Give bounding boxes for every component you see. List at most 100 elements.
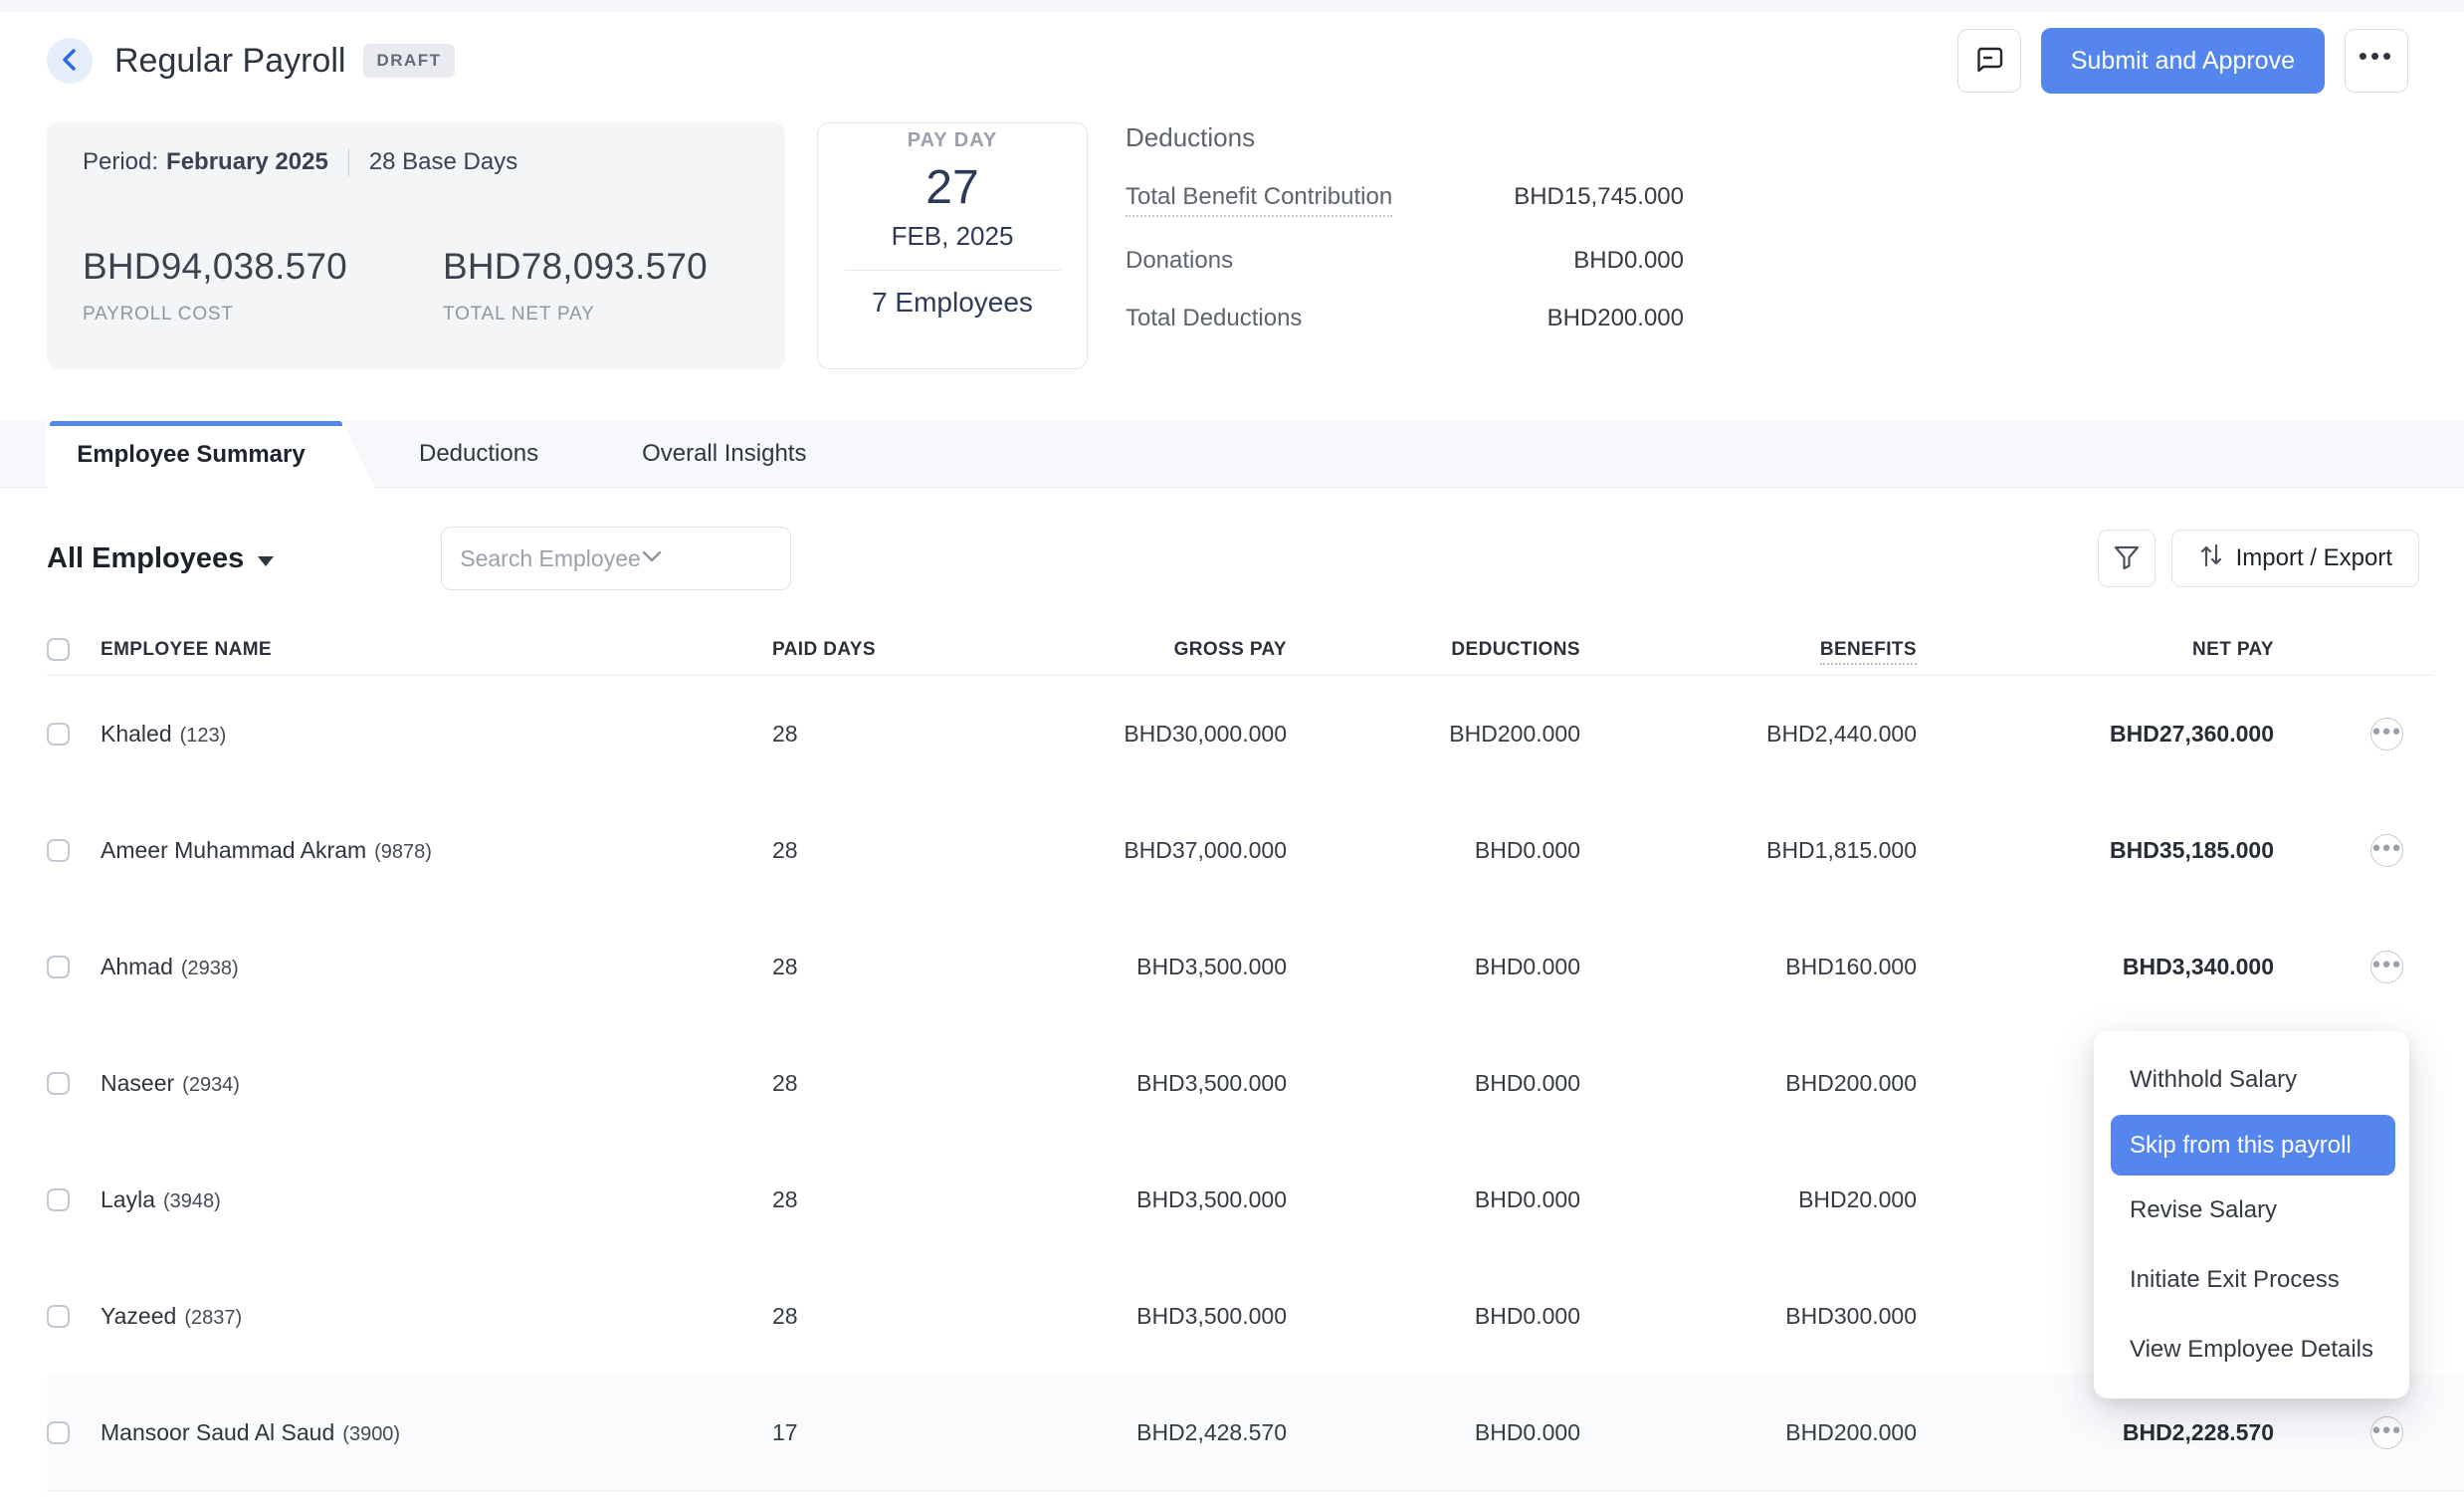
- menu-item-skip-from-payroll[interactable]: Skip from this payroll: [2111, 1115, 2395, 1176]
- submit-and-approve-button[interactable]: Submit and Approve: [2041, 28, 2325, 94]
- payroll-summary: Period: February 2025 28 Base Days BHD94…: [0, 109, 2464, 369]
- employee-name: Layla: [101, 1186, 155, 1213]
- paid-days: 28: [772, 1070, 922, 1097]
- total-deductions-label: Total Deductions: [1126, 305, 1302, 332]
- cost-card: Period: February 2025 28 Base Days BHD94…: [47, 122, 785, 369]
- employee-filter-dropdown[interactable]: All Employees: [47, 542, 274, 575]
- total-net-pay-value: BHD78,093.570: [443, 246, 714, 288]
- col-deductions: DEDUCTIONS: [1287, 639, 1580, 661]
- menu-item-view-employee-details[interactable]: View Employee Details: [2094, 1315, 2409, 1385]
- gross-pay: BHD3,500.000: [922, 1186, 1287, 1213]
- employee-name: Ahmad: [101, 954, 173, 980]
- chevron-left-icon: [60, 47, 80, 76]
- row-checkbox[interactable]: [47, 1072, 70, 1095]
- deductions: BHD0.000: [1287, 1186, 1580, 1213]
- benefits: BHD1,815.000: [1580, 837, 1917, 864]
- paid-days: 28: [772, 1303, 922, 1330]
- menu-item-initiate-exit-process[interactable]: Initiate Exit Process: [2094, 1245, 2409, 1315]
- paid-days: 28: [772, 837, 922, 864]
- deductions: BHD0.000: [1287, 1419, 1580, 1446]
- top-strip: [0, 0, 2464, 12]
- employee-name: Naseer: [101, 1070, 174, 1097]
- employee-name: Yazeed: [101, 1303, 176, 1330]
- net-pay: BHD35,185.000: [1917, 837, 2274, 864]
- benefits: BHD2,440.000: [1580, 721, 1917, 748]
- total-deductions-value: BHD200.000: [1547, 305, 1684, 332]
- row-actions-button[interactable]: ●●●: [2370, 1416, 2403, 1449]
- paid-days: 28: [772, 954, 922, 980]
- net-pay: BHD27,360.000: [1917, 721, 2274, 748]
- tab-deductions[interactable]: Deductions: [389, 421, 568, 487]
- deductions: BHD0.000: [1287, 1303, 1580, 1330]
- net-pay: BHD2,228.570: [1917, 1419, 2274, 1446]
- deductions-panel-title: Deductions: [1126, 122, 1684, 153]
- base-days: 28 Base Days: [369, 148, 517, 176]
- payroll-cost-label: PAYROLL COST: [83, 304, 353, 325]
- deductions: BHD0.000: [1287, 837, 1580, 864]
- paid-days: 17: [772, 1419, 922, 1446]
- net-pay: BHD3,340.000: [1917, 954, 2274, 980]
- menu-item-revise-salary[interactable]: Revise Salary: [2094, 1176, 2409, 1245]
- row-checkbox[interactable]: [47, 839, 70, 862]
- benefits: BHD200.000: [1580, 1419, 1917, 1446]
- col-benefits: BENEFITS: [1580, 639, 1917, 661]
- employee-id: (2934): [182, 1074, 240, 1097]
- tab-employee-summary[interactable]: Employee Summary: [47, 421, 375, 488]
- donations-label: Donations: [1126, 247, 1233, 275]
- deductions: BHD200.000: [1287, 721, 1580, 748]
- row-actions-button[interactable]: ●●●: [2370, 951, 2403, 983]
- gross-pay: BHD30,000.000: [922, 721, 1287, 748]
- tab-bar: Employee Summary Deductions Overall Insi…: [0, 421, 2464, 488]
- col-paid-days: PAID DAYS: [772, 639, 922, 661]
- funnel-icon: [2113, 543, 2141, 574]
- import-export-button[interactable]: Import / Export: [2171, 530, 2419, 587]
- payday-day: 27: [818, 160, 1087, 215]
- paid-days: 28: [772, 1186, 922, 1213]
- col-gross-pay: GROSS PAY: [922, 639, 1287, 661]
- import-export-label: Import / Export: [2236, 544, 2392, 572]
- payday-label: PAY DAY: [818, 129, 1087, 152]
- select-all-checkbox[interactable]: [47, 638, 70, 661]
- employee-filter-label: All Employees: [47, 542, 244, 575]
- caret-down-icon: [258, 556, 274, 566]
- deductions-panel: Deductions Total Benefit Contribution BH…: [1126, 122, 1684, 332]
- filter-button[interactable]: [2098, 530, 2156, 587]
- row-actions-button[interactable]: ●●●: [2370, 834, 2403, 867]
- speech-bubble-icon: [1974, 45, 2004, 78]
- payday-card: PAY DAY 27 FEB, 2025 7 Employees: [817, 122, 1088, 369]
- table-row: Naseer(2934) 28 BHD3,500.000 BHD0.000 BH…: [47, 1025, 2434, 1142]
- total-net-pay-label: TOTAL NET PAY: [443, 304, 714, 325]
- row-checkbox[interactable]: [47, 1305, 70, 1328]
- page-title: Regular Payroll: [114, 42, 345, 81]
- ellipsis-icon: •••: [2359, 43, 2394, 79]
- total-benefit-contribution-value: BHD15,745.000: [1514, 183, 1684, 211]
- table-toolbar: All Employees Search Employee Import / E…: [0, 488, 2464, 590]
- row-checkbox[interactable]: [47, 1188, 70, 1211]
- back-button[interactable]: [47, 38, 93, 84]
- row-checkbox[interactable]: [47, 723, 70, 746]
- period-label: Period:: [83, 148, 158, 176]
- row-context-menu: Withhold Salary Skip from this payroll R…: [2094, 1031, 2409, 1398]
- employee-table: EMPLOYEE NAME PAID DAYS GROSS PAY DEDUCT…: [47, 624, 2434, 1491]
- more-options-button[interactable]: •••: [2345, 29, 2408, 93]
- tab-overall-insights[interactable]: Overall Insights: [612, 421, 836, 487]
- employee-id: (3900): [342, 1423, 400, 1446]
- row-checkbox[interactable]: [47, 956, 70, 978]
- row-checkbox[interactable]: [47, 1421, 70, 1444]
- divider: [845, 270, 1061, 271]
- payday-month-year: FEB, 2025: [818, 221, 1087, 252]
- table-row: Khaled(123) 28 BHD30,000.000 BHD200.000 …: [47, 676, 2434, 792]
- comments-button[interactable]: [1957, 29, 2021, 93]
- employee-id: (123): [180, 725, 227, 748]
- chevron-down-icon: [641, 549, 663, 568]
- menu-item-withhold-salary[interactable]: Withhold Salary: [2094, 1045, 2409, 1115]
- employee-count: 7 Employees: [818, 287, 1087, 319]
- period-value: February 2025: [166, 148, 328, 176]
- search-employee-input[interactable]: Search Employee: [441, 527, 791, 590]
- benefits: BHD160.000: [1580, 954, 1917, 980]
- employee-id: (9878): [374, 841, 432, 864]
- row-actions-button[interactable]: ●●●: [2370, 718, 2403, 750]
- search-placeholder: Search Employee: [460, 545, 641, 572]
- import-export-arrows-icon: [2198, 540, 2224, 577]
- total-benefit-contribution-label[interactable]: Total Benefit Contribution: [1126, 183, 1392, 217]
